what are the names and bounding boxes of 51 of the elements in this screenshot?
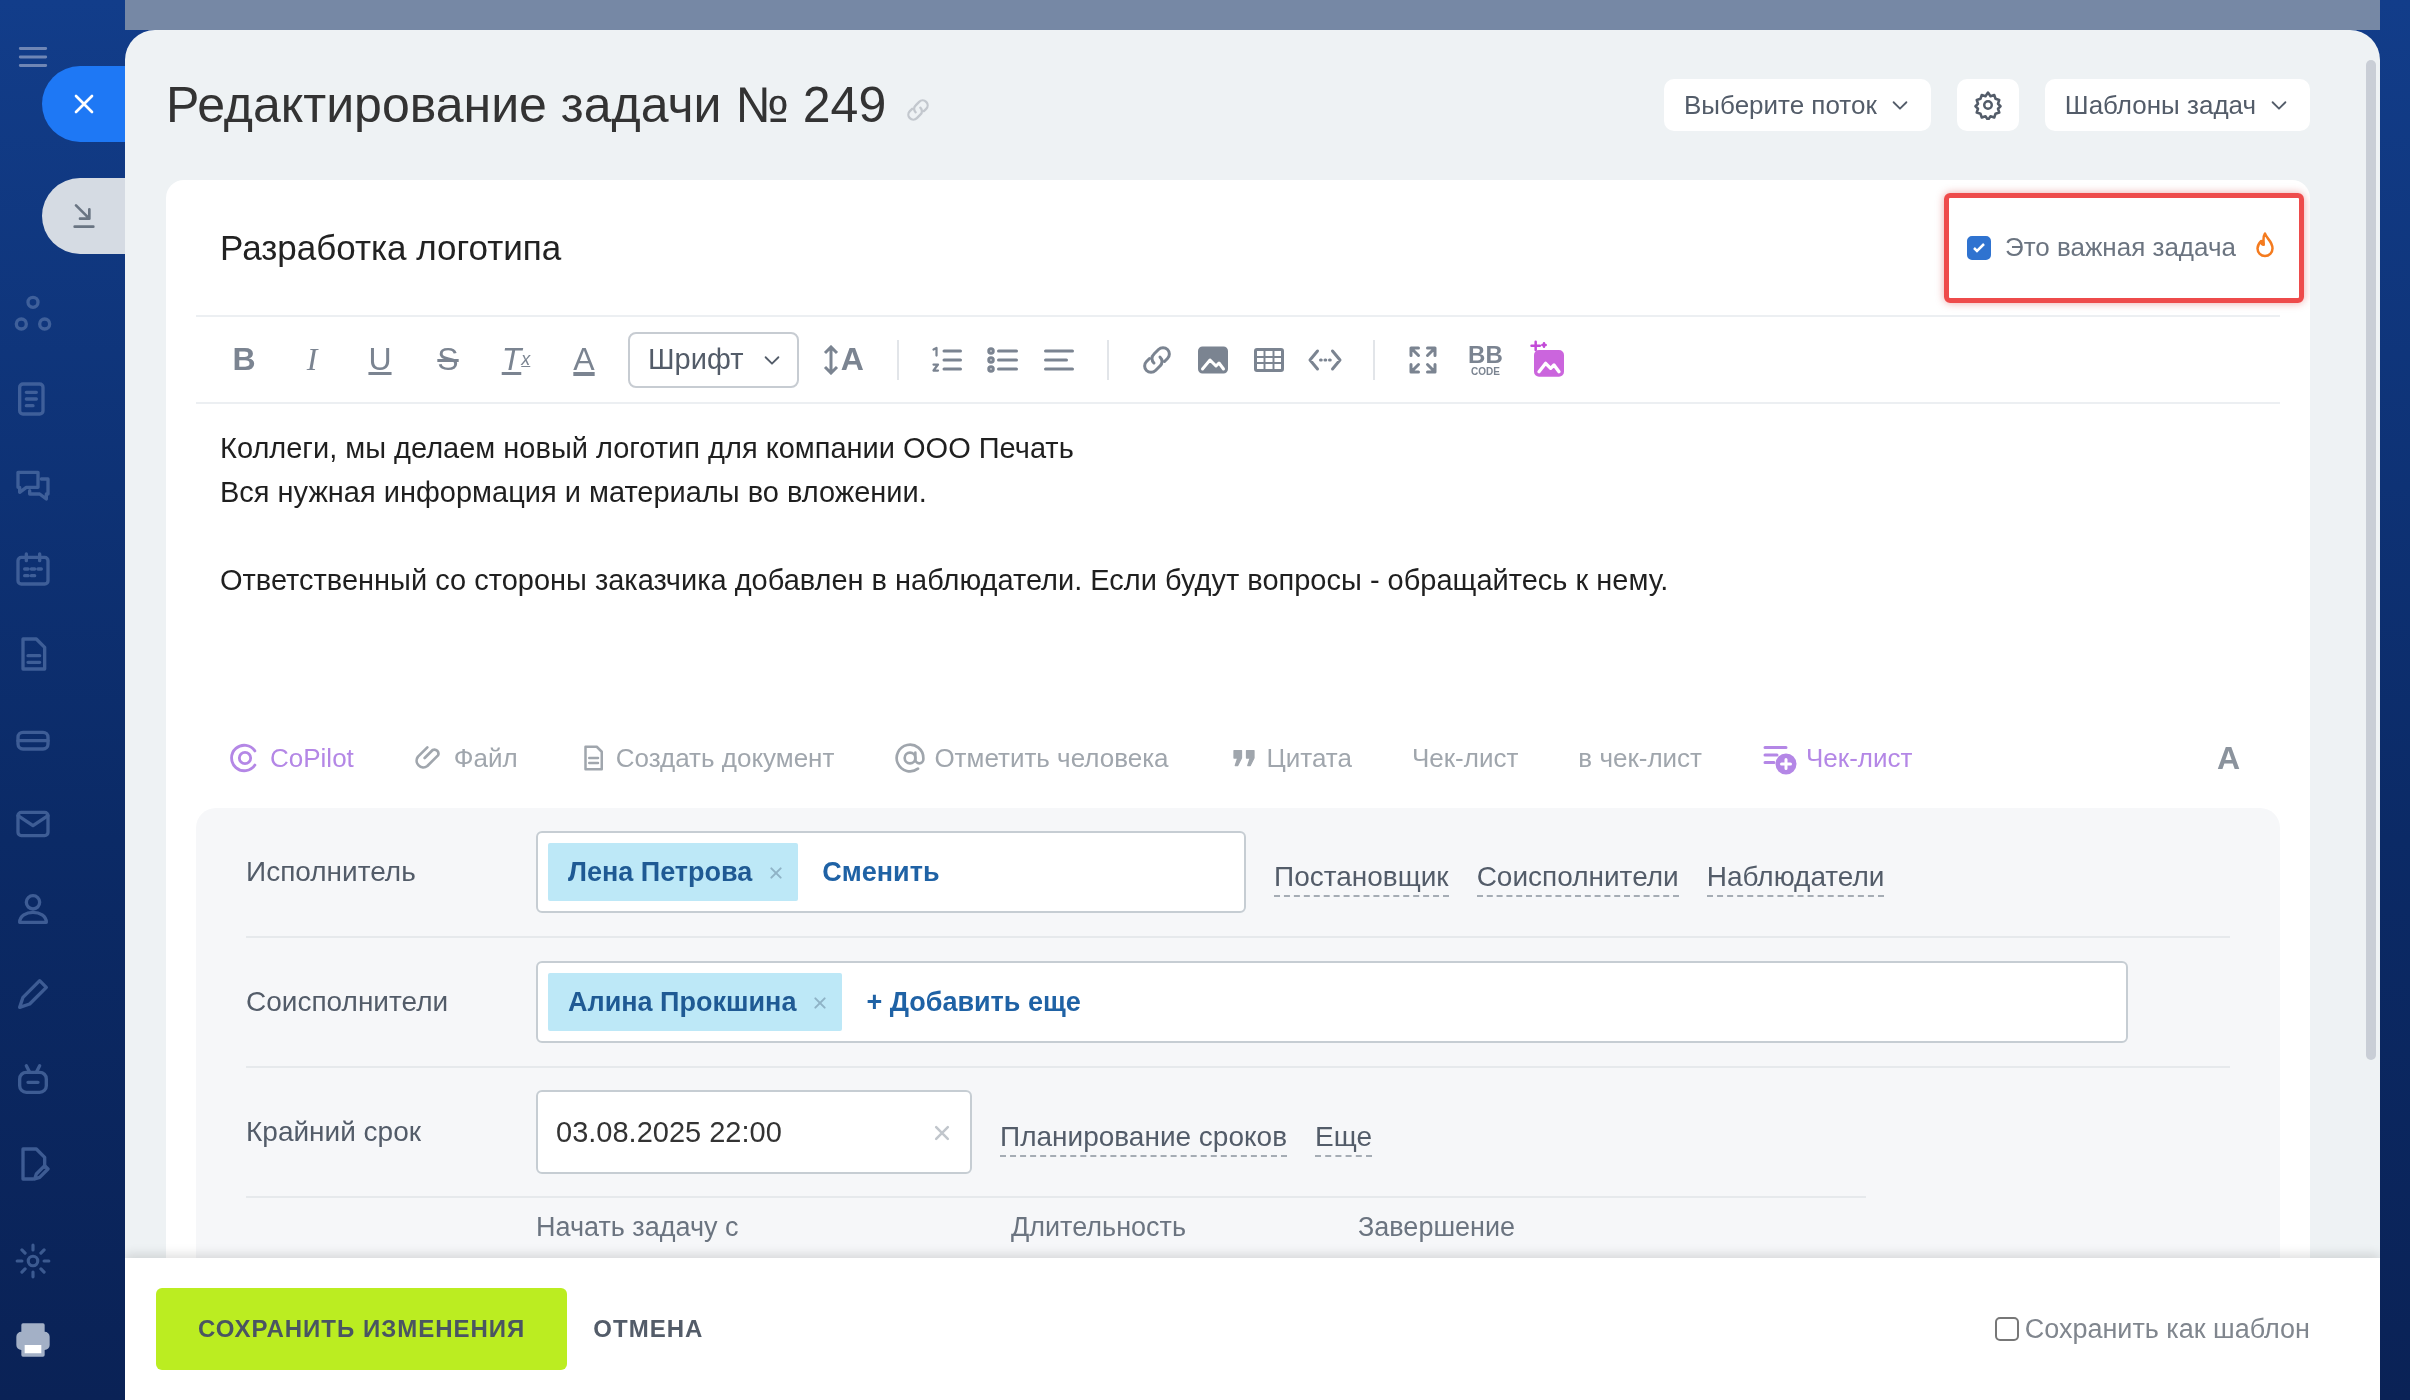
field-label: Крайний срок: [246, 1116, 422, 1148]
person-tag[interactable]: Лена Петрова: [548, 843, 799, 901]
at-sign-icon[interactable]: [894, 742, 927, 774]
description-text: Ответственный со стороны заказчика добавлен в наблюдатели. Если будут вопросы - обращайтесь к нему.: [220, 563, 1670, 598]
page-title: Редактирование задачи № 249: [166, 76, 887, 134]
strike-button[interactable]: S: [424, 335, 472, 384]
share-icon[interactable]: [12, 294, 53, 334]
deadline-field[interactable]: 03.08.2025 22:00: [536, 1090, 972, 1174]
people-field[interactable]: Алина Прокшина + Добавить еще: [536, 961, 2128, 1043]
deadline-link[interactable]: Планирование сроков: [1000, 1121, 1288, 1157]
cancel-button[interactable]: ОТМЕНА: [593, 1315, 704, 1343]
underline-button[interactable]: U: [356, 335, 404, 384]
task-title[interactable]: Разработка логотипа: [220, 227, 562, 268]
remove-icon[interactable]: [812, 994, 829, 1011]
field-action-link[interactable]: + Добавить еще: [866, 986, 1081, 1018]
flow-dropdown[interactable]: Выберите поток: [1664, 79, 1931, 131]
checkbox-label: Сохранить как шаблон: [2024, 1313, 2310, 1345]
description-text: Коллеги, мы делаем новый логотип для компании ООО Печать: [220, 431, 1075, 466]
checklist-ai-button[interactable]: Чек-лист: [1762, 740, 1913, 776]
remove-icon[interactable]: [768, 864, 785, 881]
description-text: Вся нужная информация и материалы во вложении.: [220, 475, 928, 510]
person-tag[interactable]: Алина Прокшина: [548, 973, 843, 1031]
format-button[interactable]: A: [2216, 739, 2240, 777]
role-link[interactable]: Постановщик: [1274, 861, 1449, 897]
important-checkbox[interactable]: [1967, 235, 1991, 260]
font-select[interactable]: Шрифт: [628, 331, 800, 388]
up-down-arrow-icon: [822, 344, 839, 375]
column-label: Завершение: [1358, 1212, 1516, 1243]
field-action-link[interactable]: Сменить: [822, 856, 940, 888]
field-label: Исполнитель: [246, 856, 417, 888]
scrollbar[interactable]: [2366, 60, 2376, 1060]
column-label: Начать задачу с: [536, 1212, 740, 1243]
bbcode-button[interactable]: BB CODE: [1461, 335, 1510, 384]
role-link[interactable]: Наблюдатели: [1706, 861, 1885, 897]
templates-dropdown[interactable]: Шаблоны задач: [2044, 79, 2310, 131]
bold-button[interactable]: B: [220, 335, 268, 384]
deadline-link[interactable]: Еще: [1315, 1121, 1372, 1157]
font-size-button[interactable]: A: [819, 335, 868, 384]
minimize-button[interactable]: [42, 178, 125, 254]
settings-button[interactable]: [1956, 79, 2019, 131]
copilot-button[interactable]: CoPilot: [228, 741, 354, 775]
column-label: Длительность: [1011, 1212, 1187, 1243]
field-label: Соисполнители: [246, 986, 450, 1018]
template-checkbox[interactable]: [1994, 1317, 2019, 1341]
save-button[interactable]: СОХРАНИТЬ ИЗМЕНЕНИЯ: [156, 1288, 568, 1370]
checkbox-label: Это важная задача: [2005, 232, 2236, 263]
text-color-button[interactable]: A: [560, 335, 608, 384]
role-link[interactable]: Соисполнители: [1476, 861, 1679, 897]
italic-button[interactable]: I: [288, 335, 336, 384]
close-button[interactable]: [42, 66, 125, 142]
people-field[interactable]: Лена Петрова Сменить: [536, 831, 1246, 913]
